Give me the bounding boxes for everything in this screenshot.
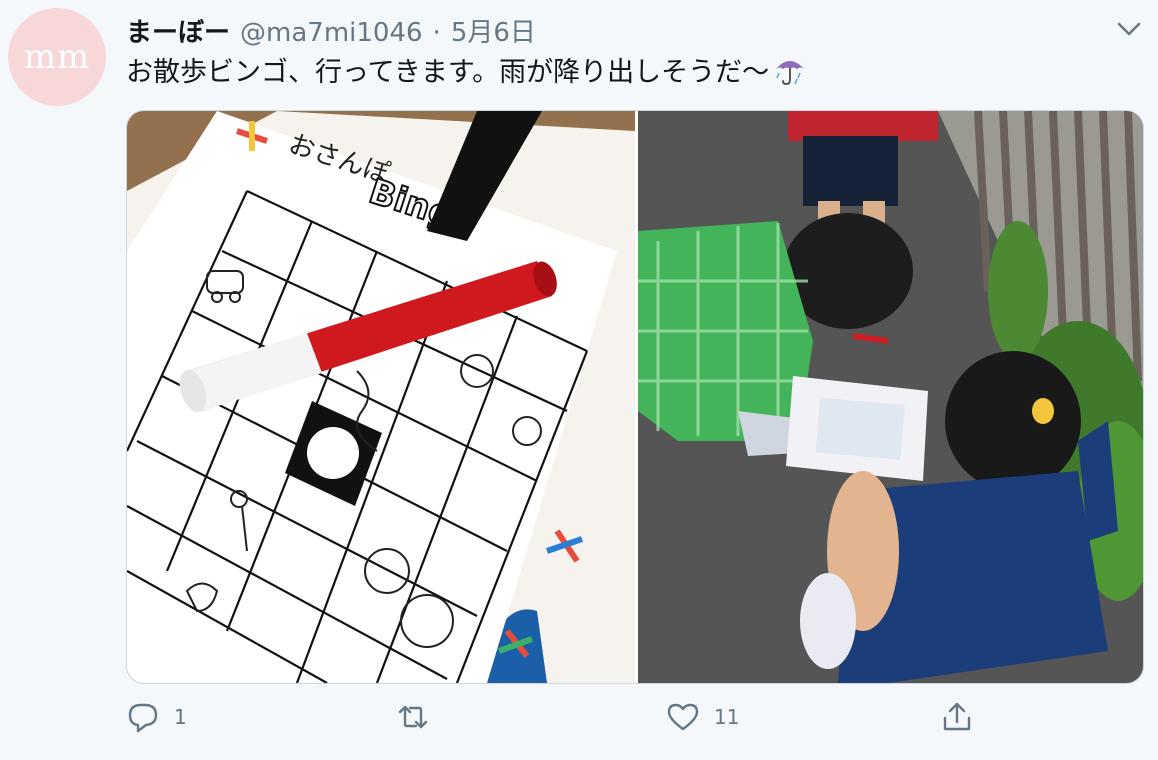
share-icon <box>943 702 971 731</box>
tweet-text-body: お散歩ビンゴ、行ってきます。雨が降り出しそうだ〜 <box>126 57 770 88</box>
umbrella-with-rain-icon <box>776 60 805 85</box>
like-button[interactable]: 11 <box>666 700 739 734</box>
tweet-header: まーぼー @ma7mi1046 · 5月6日 <box>126 12 536 49</box>
reply-count: 1 <box>174 705 187 729</box>
tweet-text: お散歩ビンゴ、行ってきます。雨が降り出しそうだ〜 <box>126 50 807 89</box>
chevron-down-icon[interactable] <box>1114 16 1144 42</box>
reply-icon <box>128 703 158 733</box>
separator-dot: · <box>432 18 441 48</box>
bingo-sheet-photo[interactable]: おさんぽ Bingo <box>127 111 635 683</box>
tweet-actions: 1 11 <box>126 700 1142 744</box>
retweet-icon <box>398 705 428 729</box>
display-name[interactable]: まーぼー <box>126 12 230 49</box>
avatar[interactable]: mm <box>8 8 106 106</box>
media-container[interactable]: おさんぽ Bingo <box>126 110 1144 684</box>
tweet-date[interactable]: 5月6日 <box>451 12 536 49</box>
reply-button[interactable]: 1 <box>126 700 187 734</box>
heart-icon <box>667 703 699 731</box>
user-handle[interactable]: @ma7mi1046 <box>240 18 423 48</box>
retweet-button[interactable] <box>396 700 444 734</box>
children-playing-photo[interactable] <box>638 111 1143 683</box>
like-count: 11 <box>714 705 740 729</box>
share-button[interactable] <box>940 700 974 734</box>
